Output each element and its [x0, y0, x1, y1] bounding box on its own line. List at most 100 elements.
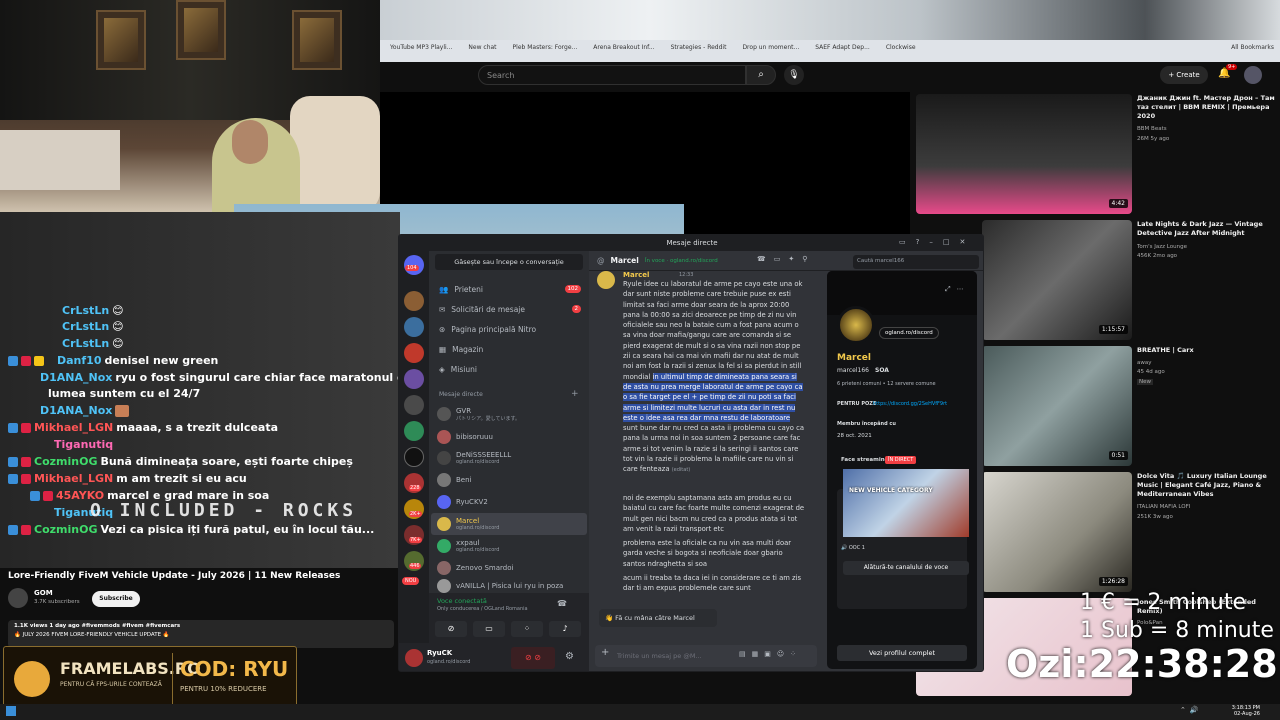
- video-channel[interactable]: Tom's Jazz Lounge: [1137, 244, 1187, 250]
- bookmark[interactable]: Drop un moment...: [742, 44, 799, 58]
- add-attachment-icon[interactable]: +: [601, 647, 609, 658]
- video-title[interactable]: Late Nights & Dark Jazz — Vintage Detect…: [1137, 220, 1277, 238]
- search-input[interactable]: Search: [478, 65, 746, 85]
- bookmark[interactable]: Strategies - Reddit: [671, 44, 727, 58]
- chat-header-icons[interactable]: ☎▭✦⚲: [757, 255, 815, 263]
- wave-button[interactable]: 👋 Fă cu mâna către Marcel: [599, 609, 717, 627]
- bookmark[interactable]: Arena Breakout Inf...: [593, 44, 654, 58]
- video-title[interactable]: Джаник Джин ft. Мастер Дрон – Там таз ст…: [1137, 94, 1277, 121]
- video-thumbnail[interactable]: [982, 472, 1132, 592]
- join-voice-button[interactable]: Alătură-te canalului de voce: [843, 561, 969, 575]
- search-input[interactable]: Caută marcel166: [853, 255, 979, 269]
- window-controls[interactable]: ▭?–□✕: [899, 238, 975, 246]
- dm-item[interactable]: Beni: [431, 469, 587, 491]
- recommended-video[interactable]: 4:42 Джаник Джин ft. Мастер Дрон – Там т…: [916, 94, 1280, 216]
- settings-icon[interactable]: ⚙: [565, 651, 574, 662]
- message-text: problema este la oficiale ca nu vin asa …: [623, 539, 792, 568]
- dm-item[interactable]: GVR パトリシア。愛しています。: [431, 403, 587, 425]
- dm-item[interactable]: DeNiSSSEEELLL ogland.ro/discord: [431, 447, 587, 469]
- stream-thumbnail[interactable]: [843, 469, 969, 537]
- system-clock[interactable]: 3:18:13 PM 02-Aug-26: [1226, 705, 1260, 717]
- server-icon[interactable]: [404, 395, 424, 415]
- server-icon[interactable]: [404, 343, 424, 363]
- video-title[interactable]: BREATHE | Carx: [1137, 346, 1277, 355]
- dm-item[interactable]: RyuCKV2: [431, 491, 587, 513]
- video-title[interactable]: Dolce Vita 🎵 Luxury Italian Lounge Music…: [1137, 472, 1277, 499]
- server-icon[interactable]: [404, 291, 424, 311]
- dm-item[interactable]: vANILLA | Pisica lui ryu in poza: [431, 579, 587, 593]
- start-icon[interactable]: [6, 706, 16, 716]
- bookmark[interactable]: SAEF Adapt Dep...: [815, 44, 870, 58]
- bell-icon[interactable]: 🔔: [1218, 68, 1232, 82]
- camera-off-icon[interactable]: ⊘: [435, 621, 467, 637]
- avatar: [437, 517, 451, 531]
- video-channel[interactable]: ITALIAN MAFIA LOFI: [1137, 504, 1190, 510]
- message-author[interactable]: Marcel: [623, 271, 649, 279]
- activities-icon[interactable]: ⁘: [511, 621, 543, 637]
- soundboard-icon[interactable]: ♪: [549, 621, 581, 637]
- disconnect-icon[interactable]: ☎: [557, 599, 567, 608]
- avatar[interactable]: [1244, 66, 1262, 84]
- photos-link[interactable]: https://discord.gg/2SeHVfF9rt: [873, 401, 947, 407]
- message-content: Ryule idee cu laboratul de arme pe cayo …: [623, 279, 807, 476]
- dm-item[interactable]: bibisoruuu: [431, 426, 587, 448]
- nav-quests[interactable]: ◈ Misiuni: [439, 361, 581, 377]
- profile-link[interactable]: ogland.ro/discord: [879, 327, 939, 339]
- find-conversation-input[interactable]: Găsește sau începe o conversație: [435, 254, 583, 270]
- chat-line: D1ANA_Nox ryu o fost singurul care chiar …: [8, 371, 411, 384]
- profile-avatar[interactable]: [837, 306, 875, 344]
- channel-name[interactable]: GOM: [34, 589, 53, 597]
- clock-date: 02-Aug-26: [1234, 711, 1260, 717]
- channel-avatar[interactable]: [8, 588, 28, 608]
- badge-icon: [8, 355, 18, 366]
- create-button[interactable]: + Create: [1160, 66, 1208, 84]
- video-channel[interactable]: BBM Beats: [1137, 126, 1167, 132]
- server-icon[interactable]: [404, 421, 424, 441]
- bookmark[interactable]: New chat: [468, 44, 496, 58]
- search-icon[interactable]: ⌕: [746, 65, 776, 85]
- profile-actions-icons[interactable]: ⤢⋯: [945, 285, 970, 294]
- bookmark[interactable]: YouTube MP3 Playli...: [390, 44, 452, 58]
- view-full-profile-button[interactable]: Vezi profilul complet: [837, 645, 967, 661]
- video-channel[interactable]: away: [1137, 360, 1152, 366]
- server-icon[interactable]: [404, 369, 424, 389]
- message-text: noi de exemplu saptamana asta am produs …: [623, 494, 805, 533]
- bookmark[interactable]: Pleb Masters: Forge...: [513, 44, 578, 58]
- screen-share-icon[interactable]: ▭: [473, 621, 505, 637]
- dm-item[interactable]: Zenovo Smardoi: [431, 557, 587, 579]
- stream-server: 🔊 OOC 1: [841, 545, 865, 551]
- server-icon[interactable]: [404, 447, 424, 467]
- bookmark[interactable]: Clockwise: [886, 44, 916, 58]
- dm-item[interactable]: xxpaul ogland.ro/discord: [431, 535, 587, 557]
- video-thumbnail[interactable]: [982, 346, 1132, 466]
- avatar[interactable]: [597, 271, 615, 289]
- nav-nitro[interactable]: ⊛ Pagina principală Nitro: [439, 321, 581, 337]
- nav-count: 2: [571, 305, 581, 313]
- nav-message-requests[interactable]: ✉ Solicitări de mesaje 2: [439, 301, 581, 317]
- avatar[interactable]: [405, 649, 423, 667]
- dm-item-selected[interactable]: Marcel ogland.ro/discord: [431, 513, 587, 535]
- nav-friends[interactable]: 👥 Prieteni 102: [439, 281, 581, 297]
- server-icon[interactable]: [404, 317, 424, 337]
- dm-name: DeNiSSSEEELLL: [456, 451, 512, 459]
- mutual-info[interactable]: 6 prieteni comuni • 12 servere comune: [837, 381, 936, 387]
- input-tool-icons[interactable]: ▤▦▣☺⁘: [739, 650, 802, 658]
- dm-status: ogland.ro/discord: [456, 547, 500, 553]
- new-badge: New: [1137, 379, 1153, 385]
- tray-icons[interactable]: ⌃🔊: [1180, 706, 1203, 714]
- video-thumbnail[interactable]: [916, 94, 1132, 214]
- bookmark[interactable]: All Bookmarks: [1231, 44, 1274, 58]
- nav-label: Solicitări de mesaje: [451, 304, 525, 314]
- subscribe-button[interactable]: Subscribe: [92, 591, 140, 607]
- add-dm-icon[interactable]: +: [571, 389, 579, 399]
- video-thumbnail[interactable]: [982, 220, 1132, 340]
- microphone-icon[interactable]: 🎙: [784, 65, 804, 85]
- chat-line: CozminOG Bună dimineața soare, ești foart…: [8, 455, 353, 468]
- streamer-head: [232, 120, 268, 164]
- badge-icon: [34, 355, 44, 366]
- photos-label: PENTRU POZE: [837, 401, 877, 407]
- chat-message: Vezi ca pisica iți fură patul, eu în loc…: [100, 523, 375, 536]
- nav-shop[interactable]: ▦ Magazin: [439, 341, 581, 357]
- video-meta: 26M 5y ago: [1137, 136, 1170, 142]
- mute-icon[interactable]: ⊘ ⊘: [511, 647, 555, 669]
